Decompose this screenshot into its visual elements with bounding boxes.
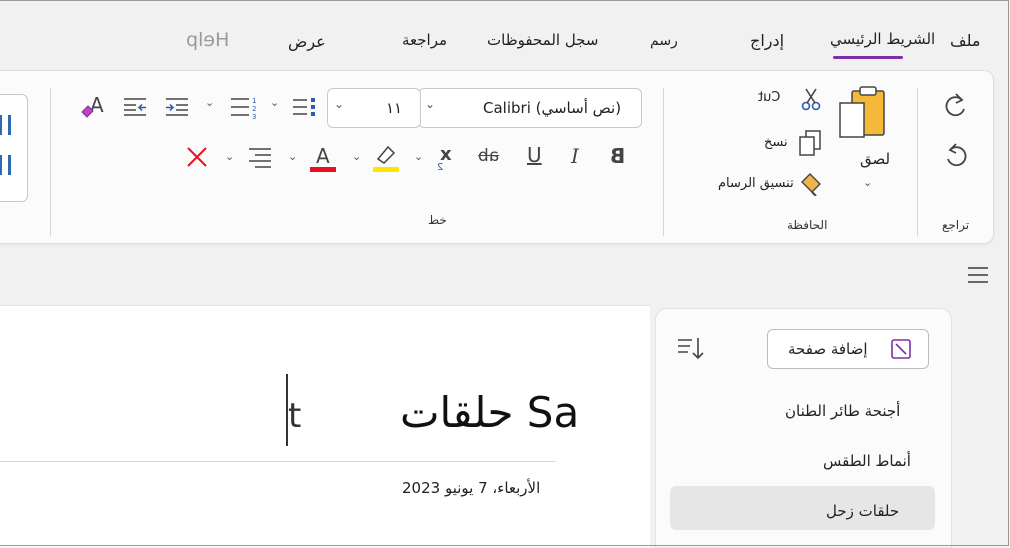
styles-glyph-b [0,155,11,175]
svg-text:A: A [90,93,104,117]
font-size-value: ١١ [386,99,403,117]
numbering-icon[interactable]: 123 [226,92,262,122]
styles-glyph-a [0,115,11,135]
tab-draw[interactable]: رسم [650,33,678,49]
bold-button[interactable]: B [610,144,625,168]
italic-button[interactable]: I [571,144,579,168]
page-date: الأربعاء، 7 يونيو 2023 [402,479,541,497]
tab-review[interactable]: مراجعة [402,31,447,49]
cut-icon[interactable] [798,86,824,112]
undo-icon[interactable] [938,138,974,170]
add-page-icon [890,338,912,364]
paste-label[interactable]: لصق [860,150,890,168]
font-color-icon[interactable]: A [306,140,340,174]
clear-formatting-icon[interactable]: A [78,90,110,122]
font-size-chevron[interactable]: ⌄ [334,97,344,111]
paste-icon[interactable] [836,85,892,141]
subscript-chevron[interactable]: ⌄ [414,150,423,163]
tab-insert[interactable]: إدراج [750,31,784,50]
cursor-glyph: t [288,396,302,436]
menu-icon[interactable] [964,262,992,288]
redo-icon[interactable] [938,88,974,120]
page-item-weather[interactable]: أنماط الطقس [823,452,911,470]
font-name-value: Calibri (نص أساسي) [483,99,622,117]
tab-history[interactable]: سجل المحفوظات [487,31,598,49]
ribbon-separator-middle [663,88,664,236]
subscript-two-glyph: 2 [437,162,444,173]
font-color-chevron[interactable]: ⌄ [288,150,297,163]
styles-gallery-partial[interactable] [0,94,28,202]
increase-indent-icon[interactable] [118,92,152,122]
tab-home[interactable]: الشريط الرئيسي [830,30,935,48]
font-name-box[interactable]: Calibri (نص أساسي) ⌄ [418,88,642,128]
copy-icon[interactable] [795,128,825,158]
tab-view[interactable]: عرض [288,32,326,51]
font-group-label: خط [428,213,447,227]
font-size-box[interactable]: ١١ ⌄ [327,88,421,128]
paste-dropdown-chevron[interactable]: ⌄ [863,176,872,189]
page-item-hummingbird[interactable]: أجنحة طائر الطنان [785,402,900,420]
font-name-chevron[interactable]: ⌄ [425,97,435,111]
strikethrough-button[interactable]: ab [478,146,499,166]
add-page-button[interactable]: إضافة صفحة [767,329,929,369]
svg-text:1: 1 [252,97,256,105]
ribbon-separator-left [50,88,51,236]
page-item-saturn[interactable]: حلقات زحل [826,502,899,520]
svg-text:2: 2 [252,105,256,113]
highlight-chevron[interactable]: ⌄ [352,150,361,163]
tab-file[interactable]: ملف [950,31,980,50]
tab-help[interactable]: Help [186,29,229,51]
ribbon-separator-right [917,88,918,236]
bullets-icon[interactable] [288,92,320,122]
decrease-indent-icon[interactable] [160,92,194,122]
cut-label[interactable]: Cut [758,90,780,105]
align-chevron[interactable]: ⌄ [225,150,234,163]
page-title[interactable]: حلقات Sa [400,388,579,437]
sort-pages-icon[interactable] [674,334,708,364]
numbering-chevron[interactable]: ⌄ [205,96,214,109]
underline-button[interactable]: U [527,143,542,167]
undo-group-label: تراجع [942,218,970,232]
format-painter-label[interactable]: تنسيق الرسام [718,176,794,191]
svg-text:3: 3 [252,113,256,119]
format-painter-icon[interactable] [796,168,826,198]
bullets-chevron[interactable]: ⌄ [270,96,279,109]
svg-text:A: A [316,144,330,168]
align-icon[interactable] [244,142,276,172]
add-page-label: إضافة صفحة [788,340,868,358]
active-tab-indicator [833,56,903,59]
copy-label[interactable]: نسخ [764,135,788,150]
title-divider [0,461,556,462]
close-formatting-icon[interactable] [182,142,212,172]
highlight-icon[interactable] [368,140,402,174]
clipboard-group-label: الحافظة [787,218,828,232]
